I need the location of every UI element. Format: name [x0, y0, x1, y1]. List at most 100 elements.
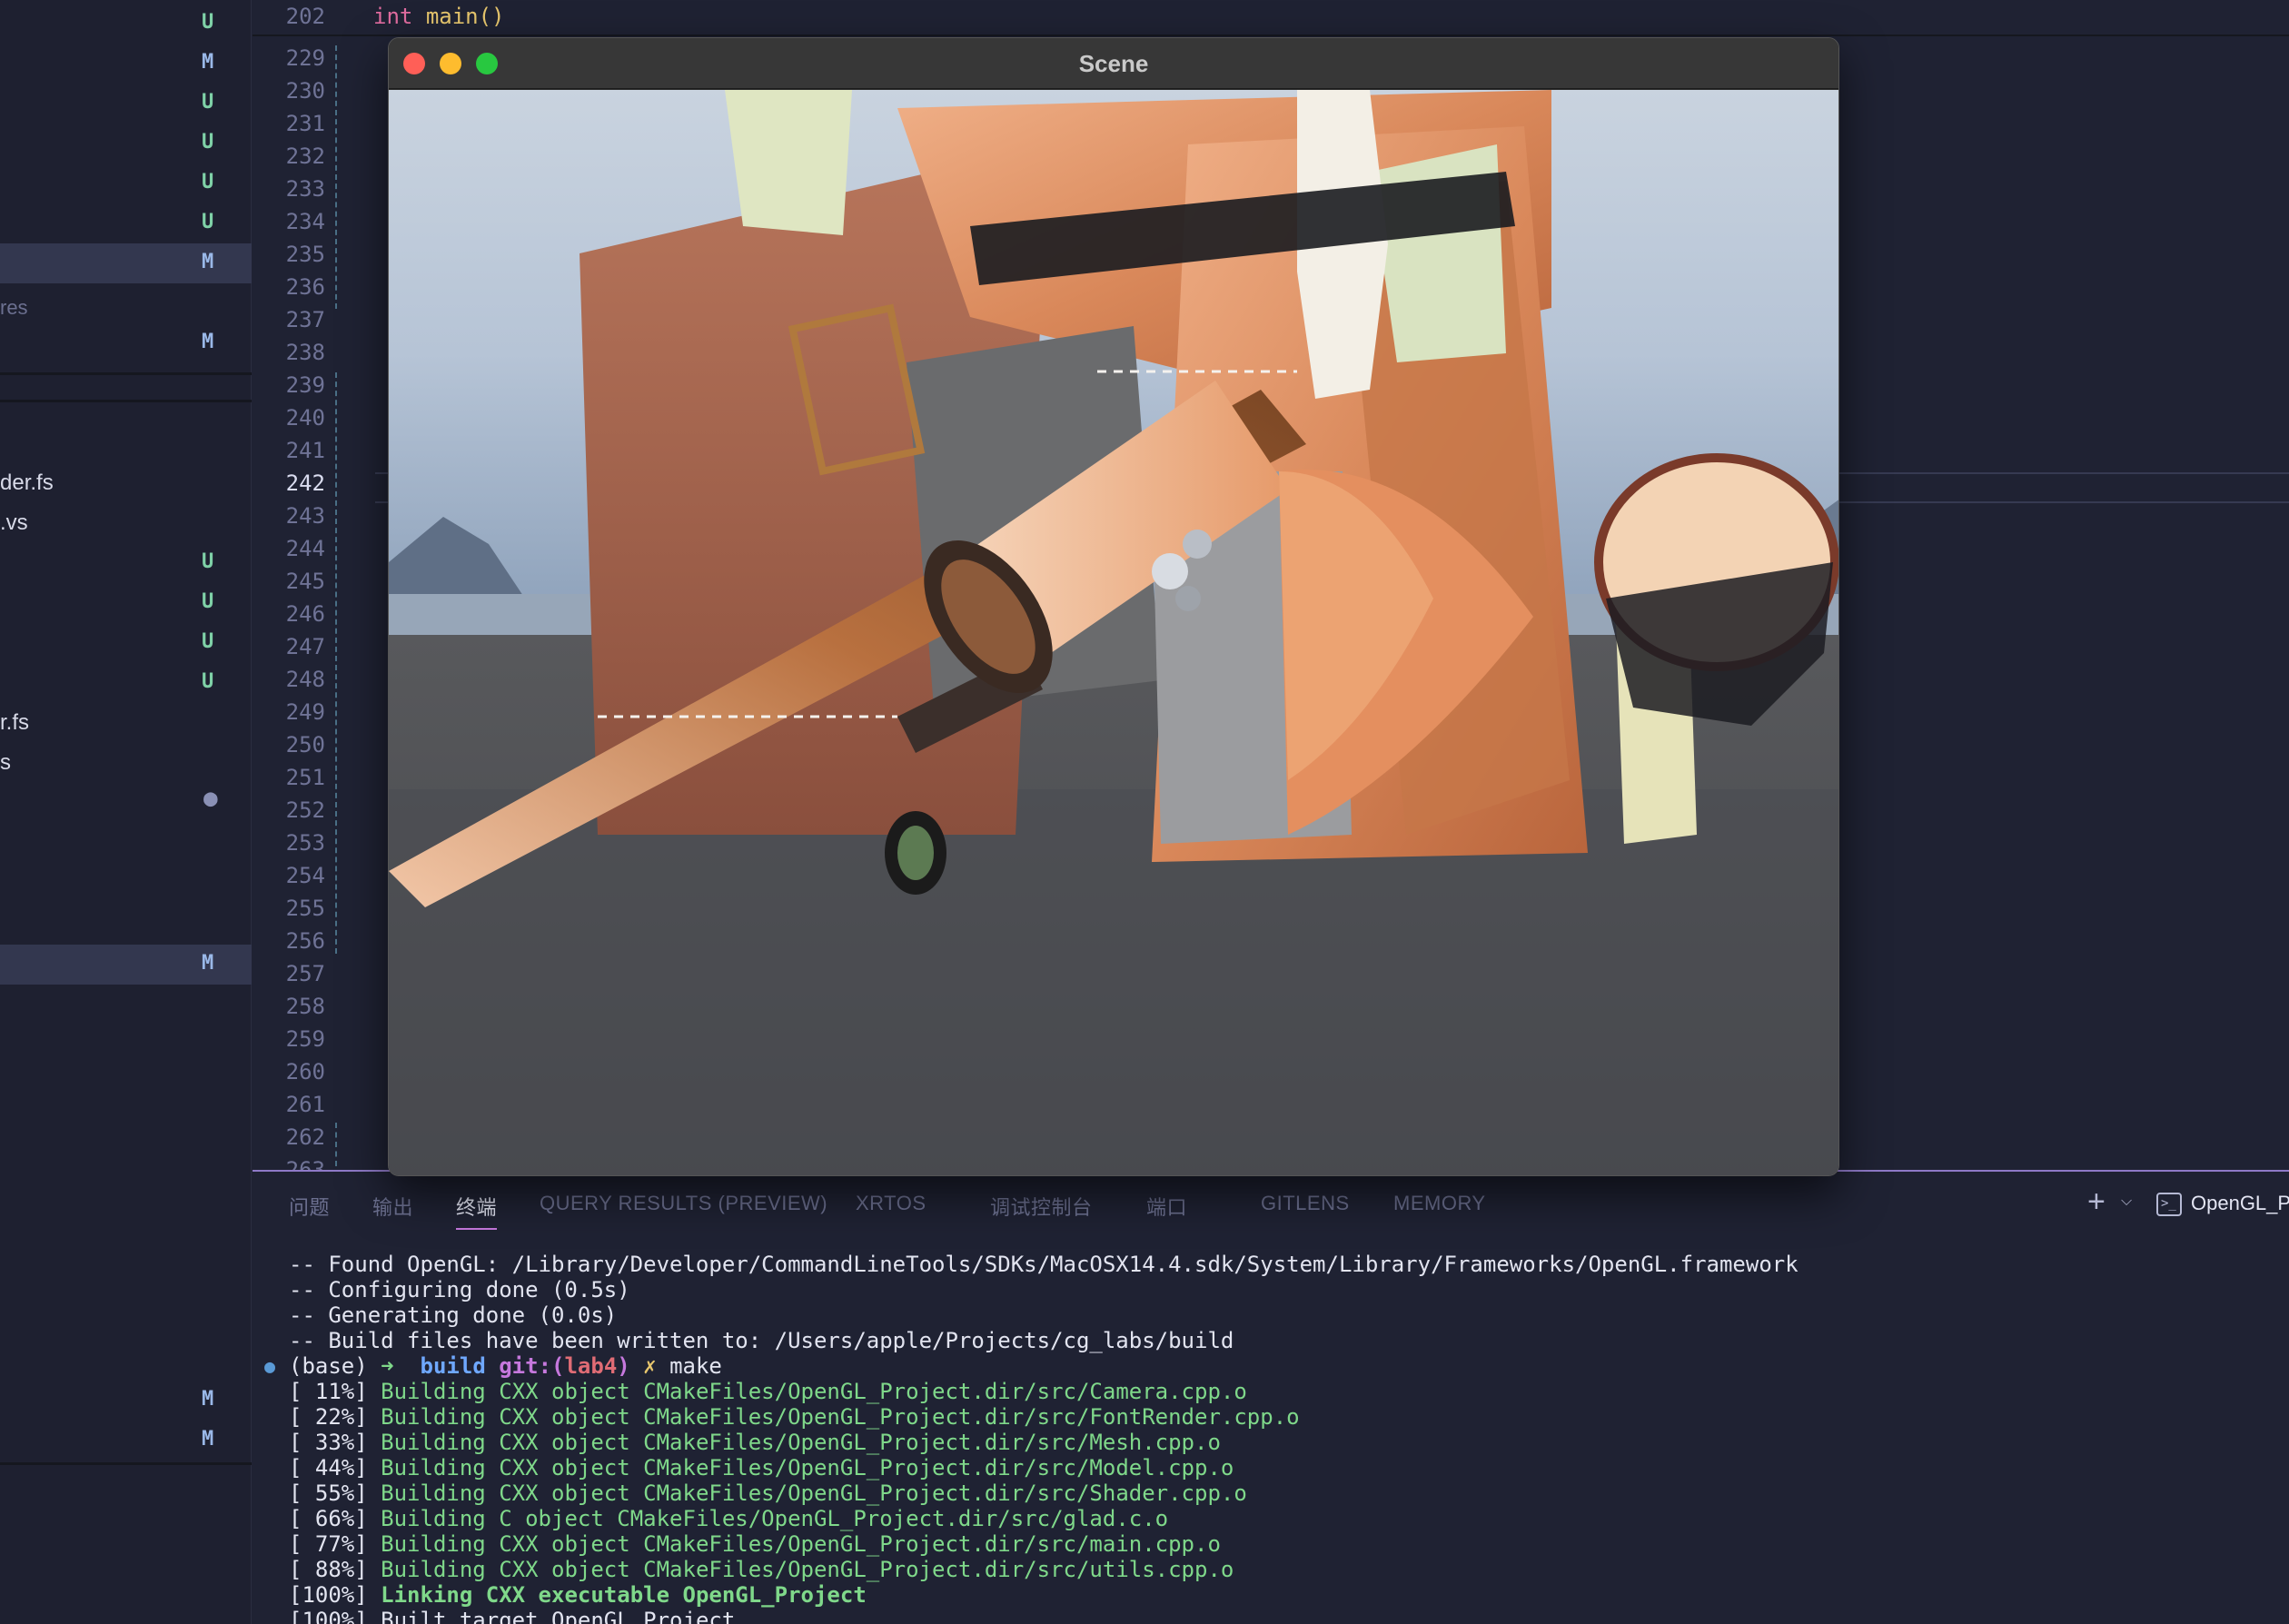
terminal-line: ● (base) ➜ build git:(lab4) ✗ make — [264, 1353, 2269, 1379]
explorer-item[interactable]: M — [0, 323, 252, 363]
sticky-line-number: 202 — [285, 4, 325, 29]
git-status-badge: M — [202, 331, 214, 353]
line-number: 262 — [285, 1124, 325, 1150]
build-progress: [ 33%] — [289, 1430, 368, 1455]
prompt-dirty-marker: ✗ — [643, 1353, 657, 1379]
line-number: 234 — [285, 209, 325, 234]
explorer-item[interactable]: M — [0, 945, 252, 985]
explorer-item[interactable]: U — [0, 583, 252, 623]
git-status-badge: M — [202, 952, 214, 975]
explorer-item[interactable]: ● — [0, 783, 252, 823]
line-number: 231 — [285, 111, 325, 136]
explorer-item[interactable]: r.fs — [0, 703, 252, 743]
line-number: 230 — [285, 78, 325, 104]
terminal-line: [ 55%] Building CXX object CMakeFiles/Op… — [289, 1480, 2269, 1506]
terminal-line: -- Configuring done (0.5s) — [289, 1277, 2269, 1302]
panel-tab[interactable]: 终端 — [456, 1192, 498, 1230]
chevron-down-icon[interactable]: ⌵ — [2121, 1193, 2132, 1210]
line-number: 233 — [285, 176, 325, 202]
explorer-item[interactable]: der.fs — [0, 463, 252, 503]
explorer-item[interactable]: U — [0, 163, 252, 203]
explorer-item[interactable]: U — [0, 543, 252, 583]
terminal-line: -- Build files have been written to: /Us… — [289, 1328, 2269, 1353]
panel-tab[interactable]: XRTOS — [856, 1192, 926, 1215]
terminal-output[interactable]: -- Found OpenGL: /Library/Developer/Comm… — [264, 1252, 2269, 1624]
scene-window-titlebar[interactable]: Scene — [389, 38, 1838, 89]
line-number: 254 — [285, 863, 325, 888]
section-divider — [0, 1462, 252, 1465]
line-number: 260 — [285, 1059, 325, 1084]
explorer-item[interactable]: U — [0, 623, 252, 663]
line-number: 242 — [285, 470, 325, 496]
line-number: 249 — [285, 699, 325, 725]
line-number: 239 — [285, 372, 325, 398]
panel-tab-bar: 问题 输出 终端 QUERY RESULTS (PREVIEW) XRTOS 调试控制台 端… — [253, 1172, 2289, 1237]
explorer-item[interactable]: M — [0, 44, 252, 84]
panel-tab[interactable]: QUERY RESULTS (PREVIEW) — [540, 1192, 827, 1215]
command-decoration-icon[interactable]: ● — [264, 1353, 275, 1379]
explorer-item[interactable]: U — [0, 663, 252, 703]
terminal-instance-name[interactable]: OpenGL_P — [2191, 1192, 2289, 1215]
line-number: 250 — [285, 732, 325, 758]
line-number: 243 — [285, 503, 325, 529]
panel-tab[interactable]: 端口 — [1146, 1192, 1187, 1221]
explorer-item[interactable]: U — [0, 124, 252, 163]
terminal-line: [ 77%] Building CXX object CMakeFiles/Op… — [289, 1531, 2269, 1557]
sticky-scroll-header[interactable]: 202 int main() — [253, 0, 2289, 36]
git-status-badge: M — [202, 51, 214, 74]
terminal-line: [ 44%] Building CXX object CMakeFiles/Op… — [289, 1455, 2269, 1480]
terminal-line: [ 11%] Building CXX object CMakeFiles/Op… — [289, 1379, 2269, 1404]
modified-lines-gutter-bar — [335, 1123, 340, 1166]
terminal-line: [100%] Linking CXX executable OpenGL_Pro… — [289, 1582, 2269, 1608]
terminal-icon[interactable]: >_ — [2156, 1193, 2182, 1216]
terminal-text: -- Configuring done (0.5s) — [289, 1277, 630, 1302]
file-explorer: U M U U U U Mres Mder.fs .vs U U U Ur.fs s ● M M M — [0, 0, 252, 1624]
git-status-badge: ● — [203, 785, 218, 812]
explorer-item[interactable]: s — [0, 743, 252, 783]
panel-tab[interactable]: 输出 — [372, 1192, 413, 1221]
explorer-item-label: s — [0, 750, 11, 775]
terminal-line: [ 22%] Building CXX object CMakeFiles/Op… — [289, 1404, 2269, 1430]
explorer-item[interactable]: M — [0, 243, 252, 283]
line-number: 245 — [285, 569, 325, 594]
line-number: 261 — [285, 1092, 325, 1117]
explorer-item[interactable]: U — [0, 84, 252, 124]
panel-tab[interactable]: MEMORY — [1393, 1192, 1486, 1215]
explorer-item[interactable]: .vs — [0, 503, 252, 543]
build-step-text: Building CXX object CMakeFiles/OpenGL_Pr… — [381, 1531, 1221, 1557]
opengl-viewport[interactable] — [389, 90, 1838, 1175]
git-status-badge: U — [202, 590, 214, 613]
terminal-line: [ 33%] Building CXX object CMakeFiles/Op… — [289, 1430, 2269, 1455]
explorer-item-label: res — [0, 296, 28, 319]
panel-tab[interactable]: 问题 — [289, 1192, 330, 1221]
panel-tab[interactable]: GITLENS — [1261, 1192, 1350, 1215]
git-status-badge: U — [202, 11, 214, 34]
line-number: 253 — [285, 830, 325, 856]
explorer-item[interactable]: M — [0, 1381, 252, 1421]
line-number: 251 — [285, 765, 325, 790]
rendered-3d-scene — [389, 90, 1838, 1175]
line-number: 229 — [285, 45, 325, 71]
panel-tab[interactable]: 调试控制台 — [990, 1192, 1093, 1221]
sticky-code: int main() — [373, 4, 505, 29]
terminal-line: [ 66%] Building C object CMakeFiles/Open… — [289, 1506, 2269, 1531]
explorer-item[interactable]: U — [0, 203, 252, 243]
line-number: 238 — [285, 340, 325, 365]
explorer-item[interactable]: U — [0, 4, 252, 44]
terminal-text: -- Generating done (0.0s) — [289, 1302, 618, 1328]
explorer-item[interactable]: M — [0, 1421, 252, 1461]
explorer-item-label: r.fs — [0, 710, 30, 735]
line-number: 237 — [285, 307, 325, 332]
plus-icon[interactable]: + — [2087, 1184, 2106, 1220]
build-step-text: Building CXX object CMakeFiles/OpenGL_Pr… — [381, 1557, 1234, 1582]
git-status-badge: U — [202, 630, 214, 653]
build-step-text: Built target OpenGL_Project — [381, 1608, 736, 1624]
function-main: main — [425, 4, 479, 29]
prompt-git: git:( — [499, 1353, 565, 1379]
scene-window[interactable]: Scene — [388, 37, 1839, 1176]
build-step-text: Building C object CMakeFiles/OpenGL_Proj… — [381, 1506, 1169, 1531]
git-status-badge: U — [202, 211, 214, 233]
build-step-text: Building CXX object CMakeFiles/OpenGL_Pr… — [381, 1379, 1247, 1404]
line-number: 259 — [285, 1026, 325, 1052]
function-parens: () — [478, 4, 505, 29]
